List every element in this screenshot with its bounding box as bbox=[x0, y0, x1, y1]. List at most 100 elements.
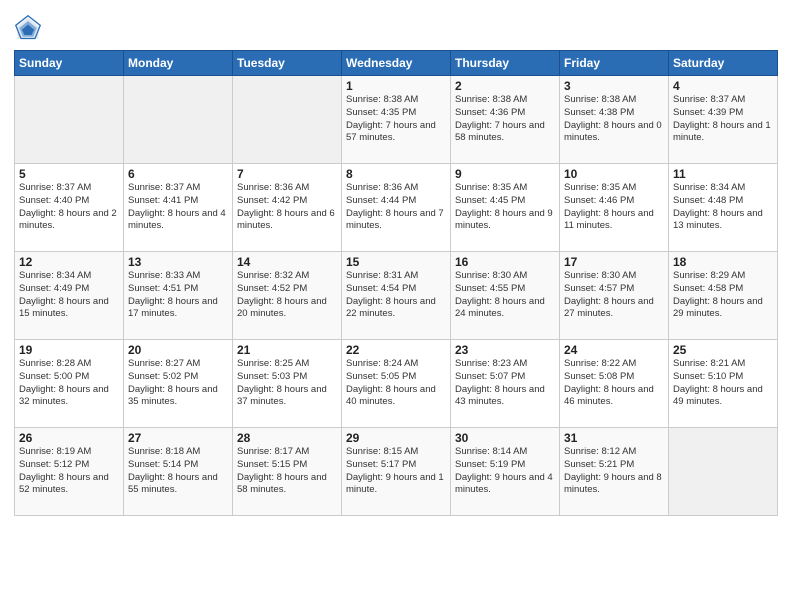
calendar-day-cell: 4Sunrise: 8:37 AM Sunset: 4:39 PM Daylig… bbox=[669, 76, 778, 164]
day-number: 13 bbox=[128, 255, 228, 269]
calendar-day-cell: 13Sunrise: 8:33 AM Sunset: 4:51 PM Dayli… bbox=[124, 252, 233, 340]
calendar-header-row: SundayMondayTuesdayWednesdayThursdayFrid… bbox=[15, 51, 778, 76]
calendar-day-cell: 29Sunrise: 8:15 AM Sunset: 5:17 PM Dayli… bbox=[342, 428, 451, 516]
day-number: 5 bbox=[19, 167, 119, 181]
day-number: 1 bbox=[346, 79, 446, 93]
day-info: Sunrise: 8:24 AM Sunset: 5:05 PM Dayligh… bbox=[346, 358, 446, 409]
day-of-week-header: Saturday bbox=[669, 51, 778, 76]
day-number: 21 bbox=[237, 343, 337, 357]
day-info: Sunrise: 8:34 AM Sunset: 4:48 PM Dayligh… bbox=[673, 182, 773, 233]
calendar-week-row: 12Sunrise: 8:34 AM Sunset: 4:49 PM Dayli… bbox=[15, 252, 778, 340]
calendar-day-cell bbox=[669, 428, 778, 516]
calendar-day-cell: 25Sunrise: 8:21 AM Sunset: 5:10 PM Dayli… bbox=[669, 340, 778, 428]
day-number: 7 bbox=[237, 167, 337, 181]
day-info: Sunrise: 8:17 AM Sunset: 5:15 PM Dayligh… bbox=[237, 446, 337, 497]
logo-icon bbox=[14, 14, 42, 42]
calendar-day-cell: 19Sunrise: 8:28 AM Sunset: 5:00 PM Dayli… bbox=[15, 340, 124, 428]
calendar-day-cell: 24Sunrise: 8:22 AM Sunset: 5:08 PM Dayli… bbox=[560, 340, 669, 428]
calendar-day-cell: 10Sunrise: 8:35 AM Sunset: 4:46 PM Dayli… bbox=[560, 164, 669, 252]
day-info: Sunrise: 8:36 AM Sunset: 4:44 PM Dayligh… bbox=[346, 182, 446, 233]
day-number: 31 bbox=[564, 431, 664, 445]
calendar-day-cell: 5Sunrise: 8:37 AM Sunset: 4:40 PM Daylig… bbox=[15, 164, 124, 252]
day-of-week-header: Sunday bbox=[15, 51, 124, 76]
day-info: Sunrise: 8:22 AM Sunset: 5:08 PM Dayligh… bbox=[564, 358, 664, 409]
day-info: Sunrise: 8:15 AM Sunset: 5:17 PM Dayligh… bbox=[346, 446, 446, 497]
day-info: Sunrise: 8:38 AM Sunset: 4:36 PM Dayligh… bbox=[455, 94, 555, 145]
calendar-day-cell: 2Sunrise: 8:38 AM Sunset: 4:36 PM Daylig… bbox=[451, 76, 560, 164]
calendar-day-cell: 22Sunrise: 8:24 AM Sunset: 5:05 PM Dayli… bbox=[342, 340, 451, 428]
day-number: 23 bbox=[455, 343, 555, 357]
day-info: Sunrise: 8:29 AM Sunset: 4:58 PM Dayligh… bbox=[673, 270, 773, 321]
day-number: 20 bbox=[128, 343, 228, 357]
day-number: 30 bbox=[455, 431, 555, 445]
calendar-day-cell: 27Sunrise: 8:18 AM Sunset: 5:14 PM Dayli… bbox=[124, 428, 233, 516]
header bbox=[14, 10, 778, 42]
logo bbox=[14, 14, 44, 42]
calendar-week-row: 26Sunrise: 8:19 AM Sunset: 5:12 PM Dayli… bbox=[15, 428, 778, 516]
calendar-day-cell: 12Sunrise: 8:34 AM Sunset: 4:49 PM Dayli… bbox=[15, 252, 124, 340]
day-info: Sunrise: 8:37 AM Sunset: 4:41 PM Dayligh… bbox=[128, 182, 228, 233]
day-of-week-header: Tuesday bbox=[233, 51, 342, 76]
calendar-day-cell bbox=[15, 76, 124, 164]
day-number: 25 bbox=[673, 343, 773, 357]
day-number: 12 bbox=[19, 255, 119, 269]
calendar-day-cell: 31Sunrise: 8:12 AM Sunset: 5:21 PM Dayli… bbox=[560, 428, 669, 516]
day-number: 3 bbox=[564, 79, 664, 93]
calendar-day-cell: 18Sunrise: 8:29 AM Sunset: 4:58 PM Dayli… bbox=[669, 252, 778, 340]
day-of-week-header: Monday bbox=[124, 51, 233, 76]
day-info: Sunrise: 8:12 AM Sunset: 5:21 PM Dayligh… bbox=[564, 446, 664, 497]
calendar-day-cell: 14Sunrise: 8:32 AM Sunset: 4:52 PM Dayli… bbox=[233, 252, 342, 340]
calendar-day-cell: 1Sunrise: 8:38 AM Sunset: 4:35 PM Daylig… bbox=[342, 76, 451, 164]
calendar-week-row: 1Sunrise: 8:38 AM Sunset: 4:35 PM Daylig… bbox=[15, 76, 778, 164]
day-number: 15 bbox=[346, 255, 446, 269]
day-info: Sunrise: 8:30 AM Sunset: 4:55 PM Dayligh… bbox=[455, 270, 555, 321]
calendar-day-cell: 9Sunrise: 8:35 AM Sunset: 4:45 PM Daylig… bbox=[451, 164, 560, 252]
day-number: 4 bbox=[673, 79, 773, 93]
day-info: Sunrise: 8:36 AM Sunset: 4:42 PM Dayligh… bbox=[237, 182, 337, 233]
calendar-day-cell: 23Sunrise: 8:23 AM Sunset: 5:07 PM Dayli… bbox=[451, 340, 560, 428]
day-number: 17 bbox=[564, 255, 664, 269]
calendar-day-cell: 26Sunrise: 8:19 AM Sunset: 5:12 PM Dayli… bbox=[15, 428, 124, 516]
day-info: Sunrise: 8:25 AM Sunset: 5:03 PM Dayligh… bbox=[237, 358, 337, 409]
day-info: Sunrise: 8:19 AM Sunset: 5:12 PM Dayligh… bbox=[19, 446, 119, 497]
calendar-day-cell: 17Sunrise: 8:30 AM Sunset: 4:57 PM Dayli… bbox=[560, 252, 669, 340]
day-number: 9 bbox=[455, 167, 555, 181]
day-number: 19 bbox=[19, 343, 119, 357]
day-info: Sunrise: 8:30 AM Sunset: 4:57 PM Dayligh… bbox=[564, 270, 664, 321]
calendar-day-cell: 28Sunrise: 8:17 AM Sunset: 5:15 PM Dayli… bbox=[233, 428, 342, 516]
calendar-day-cell: 6Sunrise: 8:37 AM Sunset: 4:41 PM Daylig… bbox=[124, 164, 233, 252]
day-info: Sunrise: 8:27 AM Sunset: 5:02 PM Dayligh… bbox=[128, 358, 228, 409]
calendar-day-cell: 3Sunrise: 8:38 AM Sunset: 4:38 PM Daylig… bbox=[560, 76, 669, 164]
day-number: 28 bbox=[237, 431, 337, 445]
day-info: Sunrise: 8:23 AM Sunset: 5:07 PM Dayligh… bbox=[455, 358, 555, 409]
day-number: 11 bbox=[673, 167, 773, 181]
calendar-day-cell: 20Sunrise: 8:27 AM Sunset: 5:02 PM Dayli… bbox=[124, 340, 233, 428]
day-of-week-header: Friday bbox=[560, 51, 669, 76]
day-info: Sunrise: 8:35 AM Sunset: 4:46 PM Dayligh… bbox=[564, 182, 664, 233]
calendar-week-row: 19Sunrise: 8:28 AM Sunset: 5:00 PM Dayli… bbox=[15, 340, 778, 428]
calendar-day-cell: 16Sunrise: 8:30 AM Sunset: 4:55 PM Dayli… bbox=[451, 252, 560, 340]
day-of-week-header: Wednesday bbox=[342, 51, 451, 76]
day-number: 27 bbox=[128, 431, 228, 445]
day-number: 14 bbox=[237, 255, 337, 269]
day-number: 10 bbox=[564, 167, 664, 181]
day-info: Sunrise: 8:14 AM Sunset: 5:19 PM Dayligh… bbox=[455, 446, 555, 497]
day-info: Sunrise: 8:38 AM Sunset: 4:35 PM Dayligh… bbox=[346, 94, 446, 145]
calendar-week-row: 5Sunrise: 8:37 AM Sunset: 4:40 PM Daylig… bbox=[15, 164, 778, 252]
day-number: 18 bbox=[673, 255, 773, 269]
calendar-table: SundayMondayTuesdayWednesdayThursdayFrid… bbox=[14, 50, 778, 516]
day-info: Sunrise: 8:21 AM Sunset: 5:10 PM Dayligh… bbox=[673, 358, 773, 409]
day-info: Sunrise: 8:37 AM Sunset: 4:39 PM Dayligh… bbox=[673, 94, 773, 145]
day-number: 2 bbox=[455, 79, 555, 93]
calendar-day-cell: 8Sunrise: 8:36 AM Sunset: 4:44 PM Daylig… bbox=[342, 164, 451, 252]
day-of-week-header: Thursday bbox=[451, 51, 560, 76]
page: SundayMondayTuesdayWednesdayThursdayFrid… bbox=[0, 0, 792, 612]
calendar-day-cell: 21Sunrise: 8:25 AM Sunset: 5:03 PM Dayli… bbox=[233, 340, 342, 428]
day-number: 22 bbox=[346, 343, 446, 357]
calendar-day-cell: 30Sunrise: 8:14 AM Sunset: 5:19 PM Dayli… bbox=[451, 428, 560, 516]
day-info: Sunrise: 8:32 AM Sunset: 4:52 PM Dayligh… bbox=[237, 270, 337, 321]
day-info: Sunrise: 8:18 AM Sunset: 5:14 PM Dayligh… bbox=[128, 446, 228, 497]
day-number: 16 bbox=[455, 255, 555, 269]
day-info: Sunrise: 8:33 AM Sunset: 4:51 PM Dayligh… bbox=[128, 270, 228, 321]
day-number: 6 bbox=[128, 167, 228, 181]
